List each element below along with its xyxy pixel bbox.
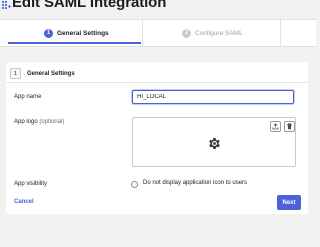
app-logo-label: App logo (optional) <box>14 119 64 125</box>
section-number: 1 <box>10 68 21 79</box>
step-configure-saml[interactable]: 2 Configure SAML <box>182 26 243 40</box>
upload-icon <box>272 123 279 130</box>
general-settings-card: 1 General Settings App name App logo (op… <box>6 62 308 214</box>
page-title: Edit SAML Integration <box>12 0 167 11</box>
step-number: 2 <box>182 28 191 38</box>
app-name-input[interactable] <box>132 90 294 104</box>
gear-icon <box>209 138 220 149</box>
active-step-indicator <box>8 42 141 44</box>
app-grid-plus-icon <box>2 1 11 11</box>
app-name-label: App name <box>14 94 42 100</box>
app-logo-label-text: App logo <box>14 119 38 125</box>
optional-hint: (optional) <box>39 119 65 125</box>
step-label: General Settings <box>57 29 109 37</box>
step-label: Configure SAML <box>195 29 243 37</box>
upload-logo-button[interactable] <box>270 121 281 132</box>
section-header: 1 General Settings <box>10 68 75 79</box>
cancel-button[interactable]: Cancel <box>14 199 34 205</box>
page-header: Edit SAML Integration <box>0 0 316 14</box>
hide-app-icon-radio[interactable] <box>131 181 138 188</box>
app-logo-dropzone[interactable] <box>132 117 296 167</box>
delete-logo-button[interactable] <box>284 121 295 132</box>
hide-app-icon-label[interactable]: Do not display application icon to users <box>143 180 247 186</box>
divider <box>6 82 308 83</box>
step-divider <box>280 20 281 46</box>
app-visibility-label: App visibility <box>14 181 48 187</box>
step-general-settings[interactable]: 1 General Settings <box>44 26 109 40</box>
step-number: 1 <box>44 28 53 38</box>
next-button[interactable]: Next <box>277 195 301 210</box>
trash-icon <box>287 123 292 130</box>
step-divider <box>142 20 143 46</box>
section-title: General Settings <box>27 70 75 77</box>
